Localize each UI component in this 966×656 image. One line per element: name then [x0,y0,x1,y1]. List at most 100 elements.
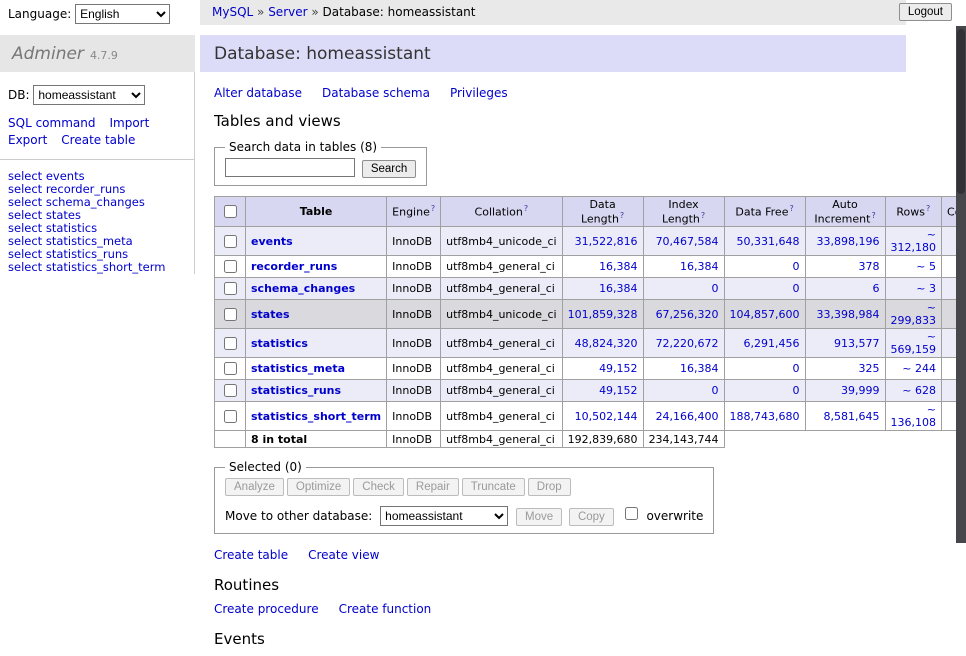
stat-link[interactable]: 913,577 [834,337,880,350]
check-button[interactable]: Check [353,478,404,496]
truncate-button[interactable]: Truncate [462,478,525,496]
sidebar-table-link[interactable]: schema_changes [46,195,145,209]
logout-button[interactable]: Logout [899,3,952,21]
stat-link[interactable]: ~ 244 [902,362,936,375]
sidebar-table-link[interactable]: recorder_runs [46,182,126,196]
stat-link[interactable]: 101,859,328 [568,308,638,321]
table-name-link[interactable]: statistics_meta [251,362,345,375]
stat-link[interactable]: 49,152 [599,384,638,397]
db-action-link[interactable]: Privileges [450,86,508,100]
optimize-button[interactable]: Optimize [287,478,350,496]
help-link[interactable]: ? [620,211,624,220]
sidebar-table-link[interactable]: statistics_runs [46,247,128,261]
stat-link[interactable]: 33,398,984 [817,308,880,321]
row-checkbox[interactable] [224,308,237,321]
sidebar-select-link[interactable]: select [8,247,42,261]
help-link[interactable]: ? [926,204,930,213]
help-link[interactable]: ? [431,204,435,213]
breadcrumb-link[interactable]: MySQL [212,5,253,19]
move-db-select[interactable]: homeassistant [380,506,508,526]
routine-link[interactable]: Create procedure [214,602,319,616]
sidebar-table-link[interactable]: events [46,169,85,183]
stat-link[interactable]: 48,824,320 [575,337,638,350]
table-name-link[interactable]: statistics_short_term [251,410,381,423]
stat-link[interactable]: 33,898,196 [817,235,880,248]
stat-link[interactable]: 0 [793,384,800,397]
create-link[interactable]: Create view [308,548,379,562]
table-name-link[interactable]: states [251,308,290,321]
adminer-logo-text[interactable]: Adminer [12,44,84,64]
help-link[interactable]: ? [871,211,875,220]
db-action-link[interactable]: Alter database [214,86,302,100]
stat-link[interactable]: ~ 569,159 [891,330,937,356]
row-checkbox[interactable] [224,337,237,350]
drop-button[interactable]: Drop [528,478,571,496]
search-button[interactable]: Search [362,160,416,178]
row-checkbox[interactable] [224,235,237,248]
scrollbar[interactable] [956,26,966,543]
breadcrumb-link[interactable]: Server [268,5,307,19]
stat-link[interactable]: 16,384 [680,260,719,273]
table-name-link[interactable]: recorder_runs [251,260,337,273]
stat-link[interactable]: 16,384 [599,282,638,295]
db-select[interactable]: homeassistant [33,85,145,105]
stat-link[interactable]: ~ 136,108 [891,403,937,429]
stat-link[interactable]: 0 [712,384,719,397]
sidebar-select-link[interactable]: select [8,208,42,222]
row-checkbox[interactable] [224,282,237,295]
sidebar-table-link[interactable]: states [46,208,81,222]
stat-link[interactable]: 104,857,600 [730,308,800,321]
sidebar-table-link[interactable]: statistics_meta [46,234,133,248]
repair-button[interactable]: Repair [407,478,459,496]
search-input[interactable] [225,158,355,177]
stat-link[interactable]: ~ 628 [902,384,936,397]
overwrite-checkbox[interactable] [625,507,638,520]
sidebar-table-link[interactable]: statistics_short_term [46,260,166,274]
language-select[interactable]: English [75,4,170,24]
row-checkbox[interactable] [224,384,237,397]
help-link[interactable]: ? [701,211,705,220]
stat-link[interactable]: 72,220,672 [656,337,719,350]
help-link[interactable]: ? [524,204,528,213]
sidebar-select-link[interactable]: select [8,221,42,235]
stat-link[interactable]: 8,581,645 [824,410,880,423]
sidebar-select-link[interactable]: select [8,169,42,183]
stat-link[interactable]: 0 [793,282,800,295]
table-name-link[interactable]: statistics [251,337,308,350]
table-name-link[interactable]: events [251,235,293,248]
stat-link[interactable]: 325 [859,362,880,375]
stat-link[interactable]: 49,152 [599,362,638,375]
copy-button[interactable]: Copy [569,508,614,526]
analyze-button[interactable]: Analyze [225,478,284,496]
sidebar-select-link[interactable]: select [8,195,42,209]
select-all-checkbox[interactable] [224,205,237,218]
sidebar-command-link[interactable]: Export [8,133,47,147]
stat-link[interactable]: 39,999 [841,384,880,397]
stat-link[interactable]: ~ 312,180 [891,228,937,254]
stat-link[interactable]: 24,166,400 [656,410,719,423]
stat-link[interactable]: ~ 299,833 [891,301,937,327]
stat-link[interactable]: 378 [859,260,880,273]
row-checkbox[interactable] [224,260,237,273]
table-name-link[interactable]: statistics_runs [251,384,341,397]
sidebar-command-link[interactable]: Create table [61,133,135,147]
stat-link[interactable]: 67,256,320 [656,308,719,321]
stat-link[interactable]: 10,502,144 [575,410,638,423]
sidebar-select-link[interactable]: select [8,234,42,248]
stat-link[interactable]: 6,291,456 [744,337,800,350]
create-link[interactable]: Create table [214,548,288,562]
sidebar-command-link[interactable]: SQL command [8,116,95,130]
sidebar-select-link[interactable]: select [8,182,42,196]
table-name-link[interactable]: schema_changes [251,282,355,295]
routine-link[interactable]: Create function [339,602,432,616]
stat-link[interactable]: 188,743,680 [730,410,800,423]
db-action-link[interactable]: Database schema [322,86,430,100]
scrollbar-thumb[interactable] [957,29,965,194]
stat-link[interactable]: ~ 3 [916,282,936,295]
stat-link[interactable]: 70,467,584 [656,235,719,248]
help-link[interactable]: ? [789,204,793,213]
stat-link[interactable]: 6 [873,282,880,295]
stat-link[interactable]: 16,384 [599,260,638,273]
stat-link[interactable]: 16,384 [680,362,719,375]
stat-link[interactable]: 0 [712,282,719,295]
